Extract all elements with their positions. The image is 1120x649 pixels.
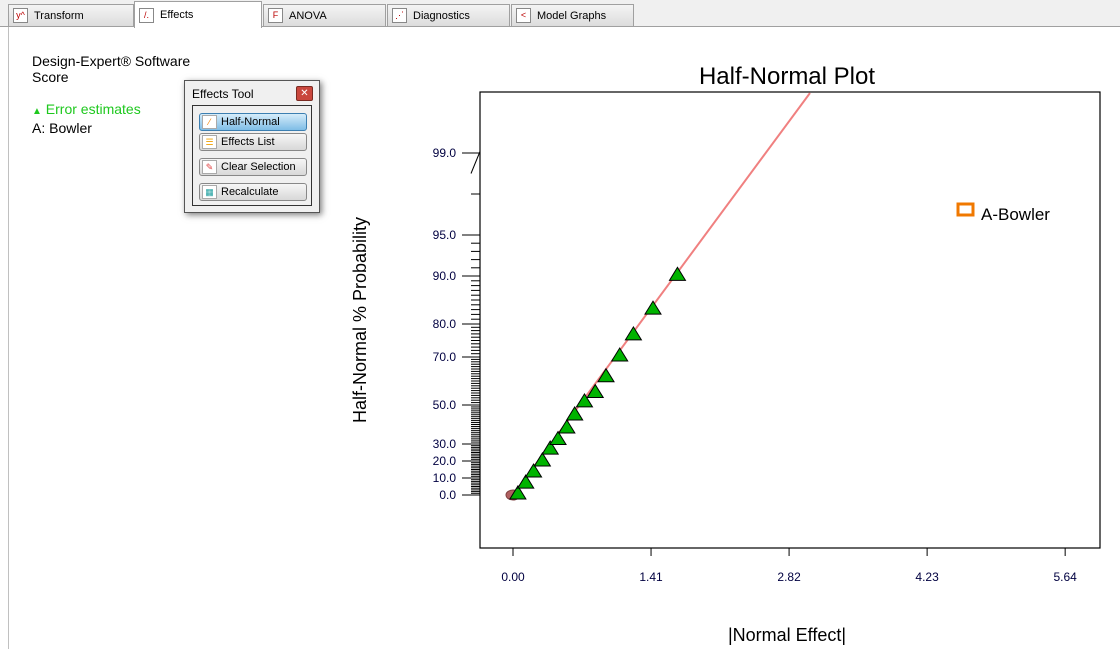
legend-marker xyxy=(956,202,975,217)
data-point-triangle xyxy=(624,325,643,341)
data-point-triangle xyxy=(565,406,584,421)
legend-label: A-Bowler xyxy=(981,205,1050,224)
y-minor-tick xyxy=(470,151,481,174)
data-point-triangle xyxy=(644,300,662,315)
x-tick-label: 5.64 xyxy=(1053,570,1077,584)
y-tick-label: 99.0 xyxy=(433,146,457,160)
y-tick-label: 10.0 xyxy=(433,471,457,485)
y-axis-label: Half-Normal % Probability xyxy=(350,217,370,423)
effects-icon: /. xyxy=(139,7,154,23)
tab-label: Effects xyxy=(160,9,194,21)
x-tick-label: 0.00 xyxy=(501,570,525,584)
y-tick-label: 50.0 xyxy=(433,398,457,412)
y-tick-label: 95.0 xyxy=(433,228,457,242)
data-point-triangle xyxy=(610,347,629,362)
y-tick-label: 20.0 xyxy=(433,454,457,468)
x-tick-label: 2.82 xyxy=(777,570,801,584)
x-tick-label: 1.41 xyxy=(639,570,663,584)
chart-title: Half-Normal Plot xyxy=(699,63,875,90)
y-tick-label: 90.0 xyxy=(433,269,457,283)
y-tick-label: 0.0 xyxy=(439,488,456,502)
x-axis-label: |Normal Effect| xyxy=(728,625,846,645)
y-tick-label: 80.0 xyxy=(433,317,457,331)
y-tick-label: 30.0 xyxy=(433,437,457,451)
half-normal-plot: Half-Normal Plot |Normal Effect| Half-Norm… xyxy=(350,63,1101,645)
plot-frame xyxy=(479,91,1101,549)
x-tick-label: 4.23 xyxy=(915,570,939,584)
data-point-triangle xyxy=(533,452,552,467)
data-point-triangle xyxy=(668,266,687,281)
y-tick-label: 70.0 xyxy=(433,350,457,364)
data-point-triangle xyxy=(557,419,576,434)
tab-effects[interactable]: /. Effects xyxy=(134,1,262,28)
